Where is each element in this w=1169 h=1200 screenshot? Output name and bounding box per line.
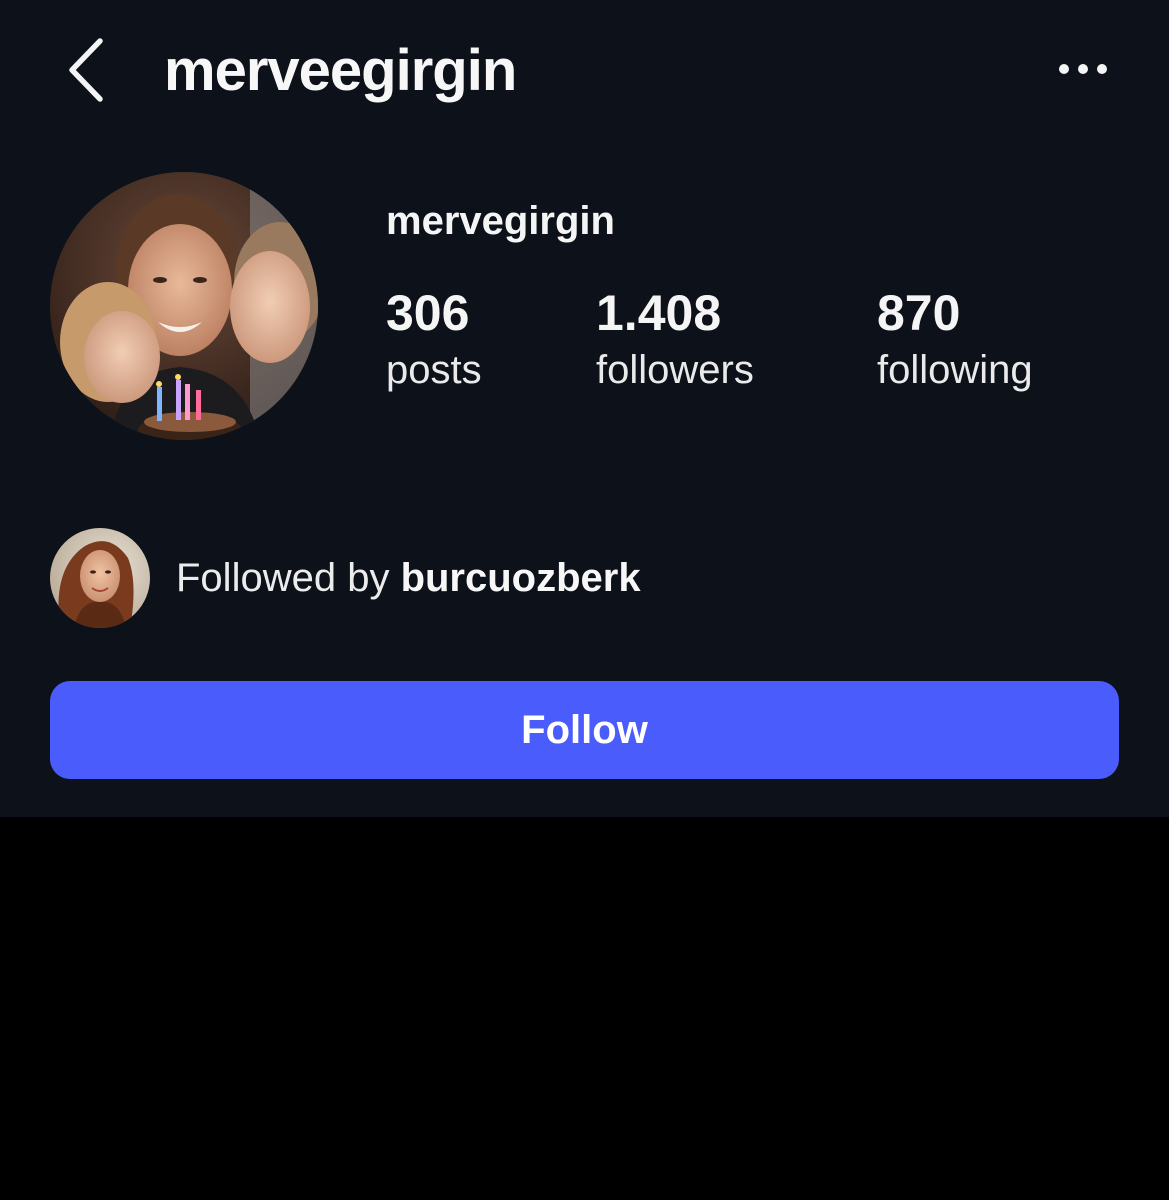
screen: merveegirgin mervegirgin 306 posts 1.408… xyxy=(0,0,1169,1200)
followers-label: followers xyxy=(596,348,754,392)
back-button[interactable] xyxy=(56,30,116,110)
following-label: following xyxy=(877,348,1033,392)
header-title: merveegirgin xyxy=(164,38,517,103)
chevron-left-icon xyxy=(69,38,103,102)
mutual-follower-username[interactable]: burcuozberk xyxy=(401,556,641,600)
profile-photo xyxy=(50,172,318,440)
mutual-follower-avatar[interactable] xyxy=(50,528,150,628)
more-horizontal-icon xyxy=(1059,64,1107,74)
followed-by-prefix: Followed by xyxy=(176,556,390,600)
stat-posts[interactable]: 306 posts xyxy=(386,282,482,396)
follow-button[interactable]: Follow xyxy=(50,681,1119,779)
following-count: 870 xyxy=(877,285,961,341)
posts-label: posts xyxy=(386,348,482,392)
followed-by-text: Followed by burcuozberk xyxy=(176,552,641,604)
more-options-button[interactable] xyxy=(1048,44,1118,94)
profile-avatar[interactable] xyxy=(50,172,318,440)
stat-followers[interactable]: 1.408 followers xyxy=(596,282,754,396)
profile-panel: merveegirgin mervegirgin 306 posts 1.408… xyxy=(0,0,1169,817)
followers-count: 1.408 xyxy=(596,285,722,341)
stat-following[interactable]: 870 following xyxy=(877,282,1033,396)
posts-count: 306 xyxy=(386,285,470,341)
profile-username: mervegirgin xyxy=(386,199,615,243)
mutual-follower-photo xyxy=(50,528,150,628)
